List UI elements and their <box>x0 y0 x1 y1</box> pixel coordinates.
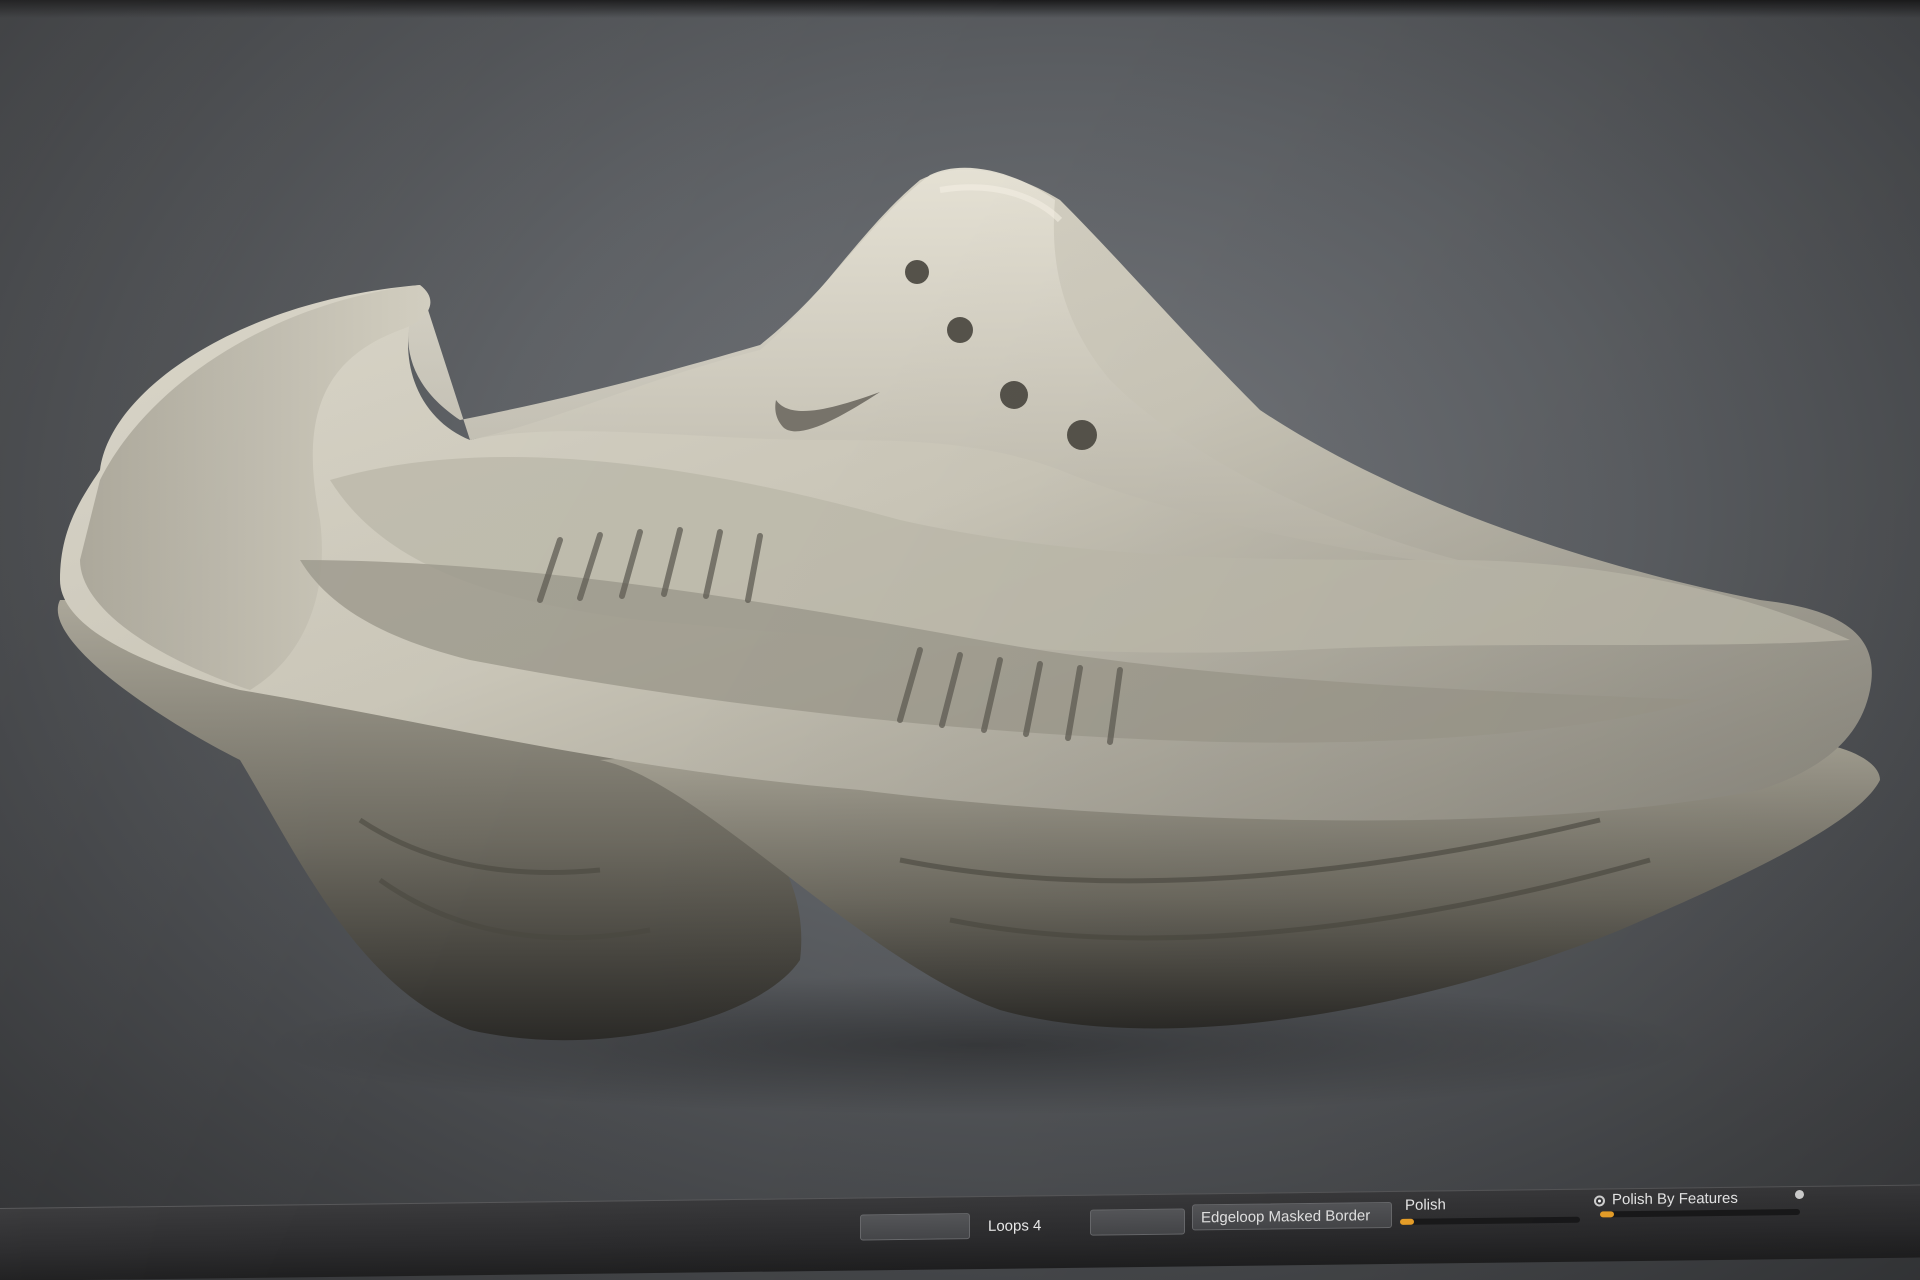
loops-label[interactable]: Loops 4 <box>988 1217 1041 1235</box>
edgeloop-masked-border-button[interactable]: Edgeloop Masked Border <box>1192 1201 1392 1231</box>
polish-slider-fill <box>1400 1218 1414 1225</box>
polish-by-features-slider-fill <box>1600 1211 1614 1218</box>
zbrush-screen: Loops 4 Edgeloop Masked Border Polish Po… <box>0 0 1920 1280</box>
3d-viewport[interactable] <box>0 0 1920 1215</box>
polish-by-features-slider[interactable] <box>1600 1209 1800 1218</box>
toolbar-button-blank-1[interactable] <box>860 1213 970 1241</box>
toolbar-button-blank-2[interactable] <box>1090 1208 1185 1236</box>
polish-by-features-label[interactable]: Polish By Features <box>1612 1190 1738 1209</box>
polish-label: Polish <box>1405 1196 1446 1214</box>
shoe-model-render <box>57 167 1880 1115</box>
toggle-dot-icon[interactable] <box>1795 1189 1804 1200</box>
monitor-bezel <box>0 0 1920 18</box>
polish-by-features-radio-icon[interactable] <box>1594 1195 1605 1207</box>
polish-slider[interactable] <box>1400 1216 1580 1225</box>
